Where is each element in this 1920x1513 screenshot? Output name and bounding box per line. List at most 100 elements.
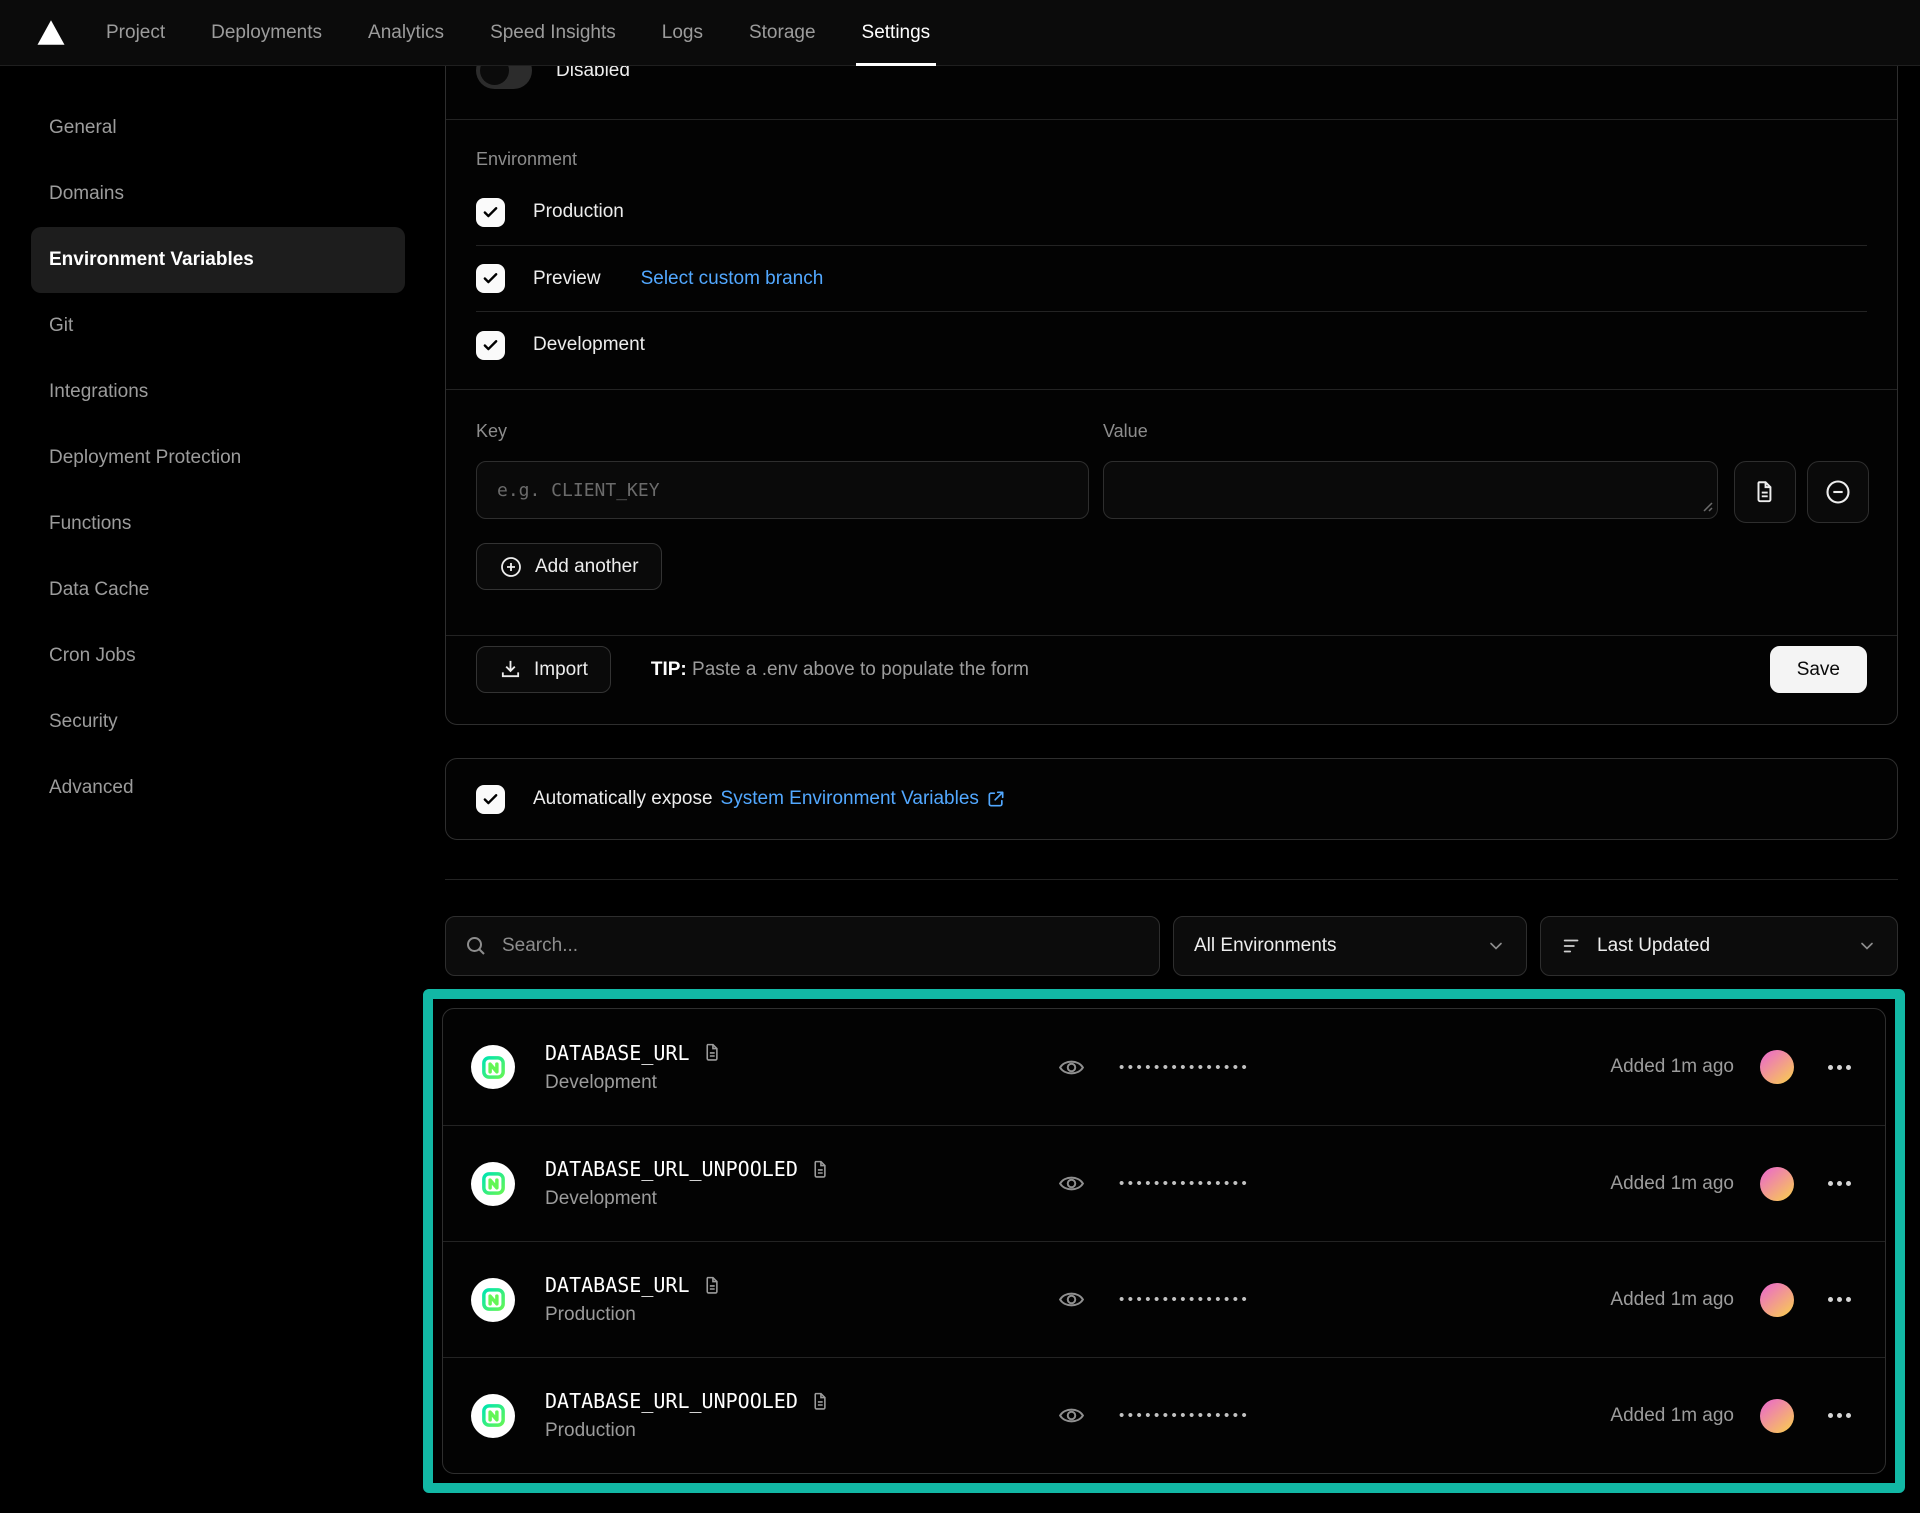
search-box xyxy=(445,916,1160,976)
add-another-button[interactable]: Add another xyxy=(476,543,662,590)
system-env-variables-link[interactable]: System Environment Variables xyxy=(721,788,1006,810)
env-variable-meta: Added 1m ago xyxy=(1610,1399,1853,1433)
avatar xyxy=(1760,1050,1794,1084)
remove-row-button[interactable] xyxy=(1807,461,1869,523)
environment-checkbox[interactable] xyxy=(476,198,505,227)
environment-checkbox-label: Preview xyxy=(533,268,601,290)
sidebar-item-general[interactable]: General xyxy=(31,95,405,161)
value-label: Value xyxy=(1103,421,1148,442)
sort-dropdown[interactable]: Last Updated xyxy=(1540,916,1898,976)
chevron-down-icon xyxy=(1857,936,1877,956)
tip-body: Paste a .env above to populate the form xyxy=(692,659,1029,680)
eye-reveal-icon[interactable] xyxy=(1058,1286,1085,1313)
neon-integration-icon xyxy=(471,1045,515,1089)
system-env-link-label: System Environment Variables xyxy=(721,788,979,810)
tip-bold: TIP: xyxy=(651,659,687,680)
neon-integration-icon xyxy=(471,1394,515,1438)
environment-checkbox-label: Development xyxy=(533,334,645,356)
vercel-logo-icon[interactable] xyxy=(36,19,66,46)
sidebar-item-cron-jobs[interactable]: Cron Jobs xyxy=(31,623,405,689)
sidebar-item-advanced[interactable]: Advanced xyxy=(31,755,405,821)
environment-checkbox-label: Production xyxy=(533,201,624,223)
sidebar-item-data-cache[interactable]: Data Cache xyxy=(31,557,405,623)
external-link-icon xyxy=(986,789,1006,809)
value-input[interactable] xyxy=(1103,461,1718,519)
environment-checkbox[interactable] xyxy=(476,331,505,360)
top-nav-tab-deployments[interactable]: Deployments xyxy=(205,0,328,66)
settings-sidebar: General Domains Environment Variables Git In… xyxy=(31,95,405,821)
minus-circle-icon xyxy=(1824,478,1852,506)
eye-reveal-icon[interactable] xyxy=(1058,1170,1085,1197)
copy-document-icon[interactable] xyxy=(702,1275,723,1296)
env-variable-meta: Added 1m ago xyxy=(1610,1050,1853,1084)
eye-reveal-icon[interactable] xyxy=(1058,1054,1085,1081)
copy-document-icon[interactable] xyxy=(810,1159,831,1180)
search-icon xyxy=(464,934,488,958)
key-input[interactable] xyxy=(476,461,1089,519)
masked-value: ••••••••••••••• xyxy=(1119,1407,1250,1424)
env-variable-row: DATABASE_URL Production ••••••••••••••• … xyxy=(443,1241,1885,1357)
environment-filter-dropdown[interactable]: All Environments xyxy=(1173,916,1527,976)
sidebar-item-integrations[interactable]: Integrations xyxy=(31,359,405,425)
sidebar-item-deployment-protection[interactable]: Deployment Protection xyxy=(31,425,405,491)
sidebar-item-functions[interactable]: Functions xyxy=(31,491,405,557)
sort-label: Last Updated xyxy=(1597,935,1710,957)
sort-icon xyxy=(1561,935,1583,957)
copy-document-icon[interactable] xyxy=(810,1391,831,1412)
env-variable-name: DATABASE_URL_UNPOOLED xyxy=(545,1389,798,1413)
top-nav-tab-label: Storage xyxy=(749,22,816,44)
row-actions-menu-button[interactable] xyxy=(1826,1175,1853,1192)
expose-checkbox[interactable] xyxy=(476,785,505,814)
form-footer: Import TIP: Paste a .env above to popula… xyxy=(476,646,1867,693)
sidebar-item-label: Domains xyxy=(49,183,124,205)
eye-reveal-icon[interactable] xyxy=(1058,1402,1085,1429)
top-nav-tab-logs[interactable]: Logs xyxy=(656,0,709,66)
top-nav-tab-speed-insights[interactable]: Speed Insights xyxy=(484,0,622,66)
row-actions-menu-button[interactable] xyxy=(1826,1291,1853,1308)
environment-checkbox[interactable] xyxy=(476,264,505,293)
system-env-card: Automatically expose System Environment … xyxy=(445,758,1898,840)
environment-section-label: Environment xyxy=(476,149,577,170)
select-custom-branch-link[interactable]: Select custom branch xyxy=(641,268,824,290)
top-nav-tab-project[interactable]: Project xyxy=(100,0,171,66)
copy-document-icon[interactable] xyxy=(702,1042,723,1063)
avatar xyxy=(1760,1283,1794,1317)
row-actions-menu-button[interactable] xyxy=(1826,1059,1853,1076)
sidebar-item-domains[interactable]: Domains xyxy=(31,161,405,227)
avatar xyxy=(1760,1167,1794,1201)
environment-checkbox-row: Development xyxy=(476,311,1867,378)
env-variable-name: DATABASE_URL xyxy=(545,1273,690,1297)
env-variable-row: DATABASE_URL_UNPOOLED Development ••••••… xyxy=(443,1125,1885,1241)
env-variable-meta: Added 1m ago xyxy=(1610,1167,1853,1201)
search-input[interactable] xyxy=(502,935,1141,957)
environment-checkbox-row: Preview Select custom branch xyxy=(476,245,1867,312)
sidebar-item-label: Data Cache xyxy=(49,579,149,601)
top-nav-tab-settings[interactable]: Settings xyxy=(856,0,937,66)
top-nav-tab-label: Speed Insights xyxy=(490,22,616,44)
top-nav-tab-storage[interactable]: Storage xyxy=(743,0,822,66)
sidebar-item-git[interactable]: Git xyxy=(31,293,405,359)
top-nav-tab-label: Analytics xyxy=(368,22,444,44)
env-variable-row: DATABASE_URL_UNPOOLED Production •••••••… xyxy=(443,1357,1885,1473)
neon-integration-icon xyxy=(471,1278,515,1322)
environment-checkbox-row: Production xyxy=(476,179,1867,246)
env-variable-meta: Added 1m ago xyxy=(1610,1283,1853,1317)
plus-circle-icon xyxy=(499,555,523,579)
sidebar-item-environment-variables[interactable]: Environment Variables xyxy=(31,227,405,293)
sidebar-item-label: Cron Jobs xyxy=(49,645,136,667)
sidebar-item-security[interactable]: Security xyxy=(31,689,405,755)
top-nav-tab-analytics[interactable]: Analytics xyxy=(362,0,450,66)
sidebar-item-label: Security xyxy=(49,711,118,733)
import-button[interactable]: Import xyxy=(476,646,611,693)
check-icon xyxy=(482,204,499,221)
divider xyxy=(446,119,1897,120)
paste-env-button[interactable] xyxy=(1734,461,1796,523)
masked-value: ••••••••••••••• xyxy=(1119,1175,1250,1192)
top-nav-tab-label: Settings xyxy=(862,22,931,44)
save-button[interactable]: Save xyxy=(1770,646,1867,693)
check-icon xyxy=(482,791,499,808)
key-label: Key xyxy=(476,421,507,442)
row-actions-menu-button[interactable] xyxy=(1826,1407,1853,1424)
env-variable-list: DATABASE_URL Development •••••••••••••••… xyxy=(442,1008,1886,1474)
sidebar-item-label: Git xyxy=(49,315,73,337)
